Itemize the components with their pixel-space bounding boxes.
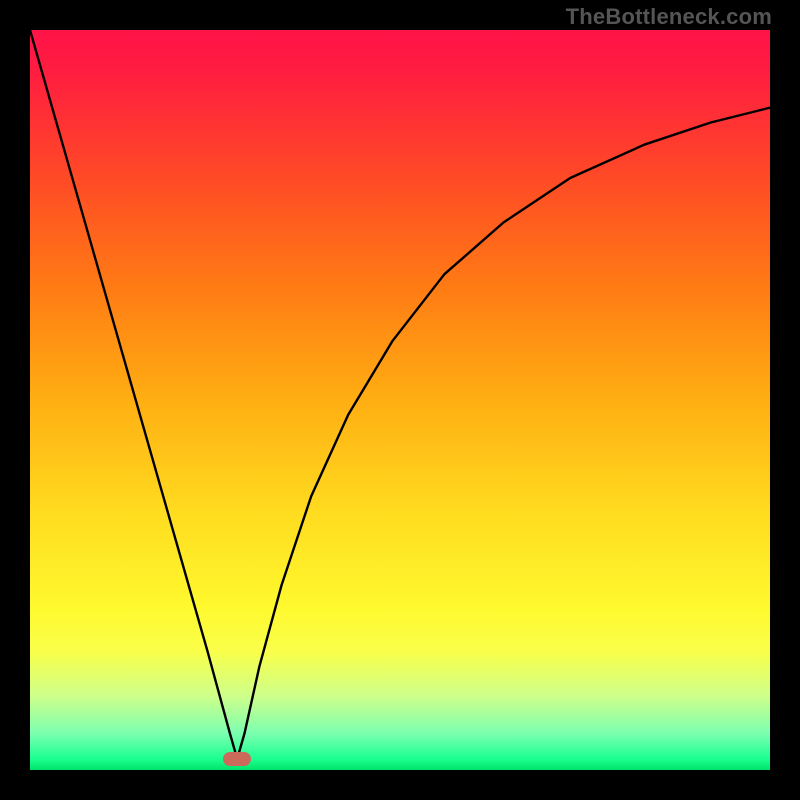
watermark-text: TheBottleneck.com — [566, 4, 772, 30]
plot-area — [30, 30, 770, 770]
bottleneck-curve — [30, 30, 770, 770]
chart-frame: TheBottleneck.com — [0, 0, 800, 800]
minimum-marker — [223, 752, 251, 766]
